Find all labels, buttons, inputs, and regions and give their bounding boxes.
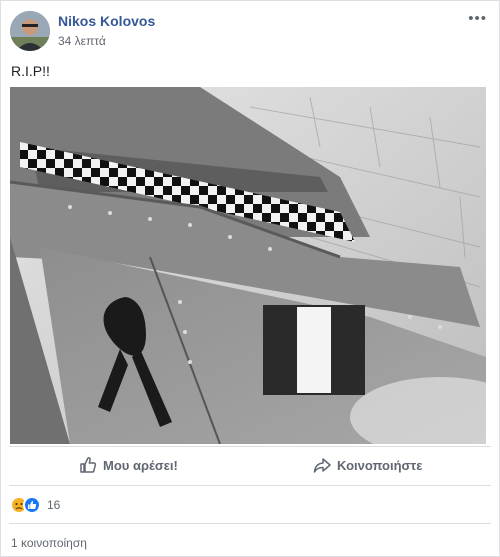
share-count[interactable]: 1 κοινοποίηση bbox=[11, 536, 87, 550]
reaction-count: 16 bbox=[47, 498, 61, 512]
like-button[interactable]: Μου αρέσει! bbox=[79, 447, 178, 483]
share-button[interactable]: Κοινοποιήστε bbox=[313, 447, 422, 483]
thumbs-up-icon bbox=[80, 457, 97, 473]
share-label: Κοινοποιήστε bbox=[337, 457, 423, 473]
post-photo[interactable] bbox=[10, 87, 486, 444]
divider bbox=[9, 523, 491, 524]
action-bar: Μου αρέσει! Κοινοποιήστε bbox=[1, 447, 499, 483]
post-card: Nikos Kolovos 34 λεπτά ••• R.I.P!! Μου α… bbox=[0, 0, 500, 557]
share-arrow-icon bbox=[313, 458, 331, 473]
like-label: Μου αρέσει! bbox=[103, 457, 178, 473]
post-timestamp[interactable]: 34 λεπτά bbox=[58, 34, 106, 48]
photo-image bbox=[10, 87, 486, 444]
avatar[interactable] bbox=[10, 11, 50, 51]
reactions-summary[interactable]: 16 bbox=[10, 495, 60, 515]
more-options-icon[interactable]: ••• bbox=[468, 11, 487, 26]
post-text: R.I.P!! bbox=[11, 63, 50, 79]
like-reaction-icon bbox=[23, 496, 41, 514]
author-name[interactable]: Nikos Kolovos bbox=[58, 13, 155, 29]
divider bbox=[9, 485, 491, 486]
